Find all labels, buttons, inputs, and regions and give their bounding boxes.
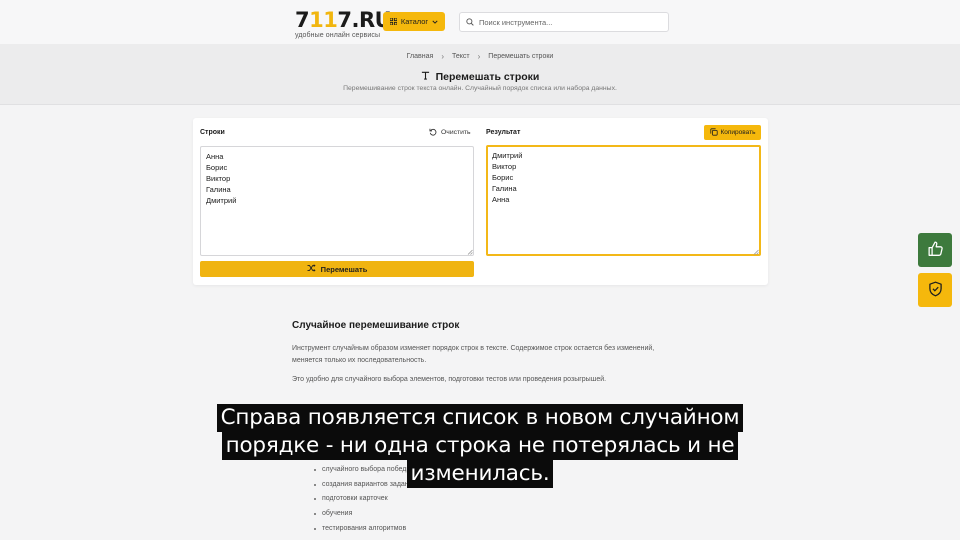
list-item: подготовки карточек xyxy=(313,492,417,507)
search-box[interactable] xyxy=(459,12,669,32)
page-subtitle: Перемешивание строк текста онлайн. Случа… xyxy=(343,85,617,92)
input-label: Строки xyxy=(200,129,225,136)
copy-label: Копировать xyxy=(720,129,756,136)
resize-handle-icon[interactable] xyxy=(467,249,473,255)
breadcrumb-text[interactable]: Текст xyxy=(452,53,470,60)
site-logo[interactable]: 7117.RU удобные онлайн сервисы xyxy=(295,8,392,39)
breadcrumb-home[interactable]: Главная xyxy=(407,53,434,60)
like-button[interactable] xyxy=(918,233,952,267)
page-title: Перемешать строки xyxy=(0,71,960,83)
resize-handle-icon[interactable] xyxy=(753,249,759,255)
list-item: тестирования алгоритмов xyxy=(313,522,417,537)
breadcrumb: Главная › Текст › Перемешать строки xyxy=(0,52,960,61)
list-item: обучения xyxy=(313,507,417,522)
thumbs-up-icon xyxy=(927,240,944,260)
catalog-label: Каталог xyxy=(400,17,429,26)
search-input[interactable] xyxy=(479,17,659,27)
logo-text: 7117.RU xyxy=(295,8,392,32)
chevron-right-icon: › xyxy=(441,52,444,61)
breadcrumb-current: Перемешать строки xyxy=(488,53,554,60)
chevron-down-icon xyxy=(432,19,438,25)
caption-line: порядке - ни одна строка не потерялась и… xyxy=(221,432,739,460)
clear-label: Очистить xyxy=(441,129,471,136)
safety-button[interactable] xyxy=(918,273,952,307)
shuffle-icon xyxy=(307,264,316,274)
article-paragraph-line: меняется только их последовательность. xyxy=(292,357,427,364)
input-textarea[interactable] xyxy=(200,146,474,256)
chevron-right-icon: › xyxy=(477,52,481,61)
clear-button[interactable]: Очистить xyxy=(429,126,471,139)
caption-line: изменилась. xyxy=(406,460,554,488)
copy-button[interactable]: Копировать xyxy=(704,125,761,140)
search-icon xyxy=(466,13,474,31)
caption-line: Справа появляется список в новом случайн… xyxy=(216,404,744,432)
reset-icon xyxy=(429,128,437,138)
text-type-icon xyxy=(421,71,430,83)
shield-check-icon xyxy=(928,281,943,300)
result-textarea[interactable] xyxy=(486,145,761,256)
site-header: 7117.RU удобные онлайн сервисы Каталог xyxy=(0,0,960,44)
result-label: Результат xyxy=(486,129,521,136)
copy-icon xyxy=(709,127,718,138)
shuffle-button[interactable]: Перемешать xyxy=(200,261,474,277)
page-title-text: Перемешать строки xyxy=(435,71,540,83)
article-paragraph: Это удобно для случайного выбора элемент… xyxy=(292,376,607,383)
logo-tagline: удобные онлайн сервисы xyxy=(295,32,381,39)
article-heading: Случайное перемешивание строк xyxy=(292,320,460,331)
tool-card: Строки Очистить Результат Копировать Пер… xyxy=(193,118,768,285)
video-caption: Справа появляется список в новом случайн… xyxy=(0,404,960,488)
article-paragraph-line: Инструмент случайным образом изменяет по… xyxy=(292,345,655,352)
shuffle-label: Перемешать xyxy=(320,264,368,274)
catalog-button[interactable]: Каталог xyxy=(383,12,445,31)
grid-icon xyxy=(389,18,397,25)
article: Случайное перемешивание строк Инструмент… xyxy=(292,320,672,383)
page-header-band: Главная › Текст › Перемешать строки Пере… xyxy=(0,44,960,105)
